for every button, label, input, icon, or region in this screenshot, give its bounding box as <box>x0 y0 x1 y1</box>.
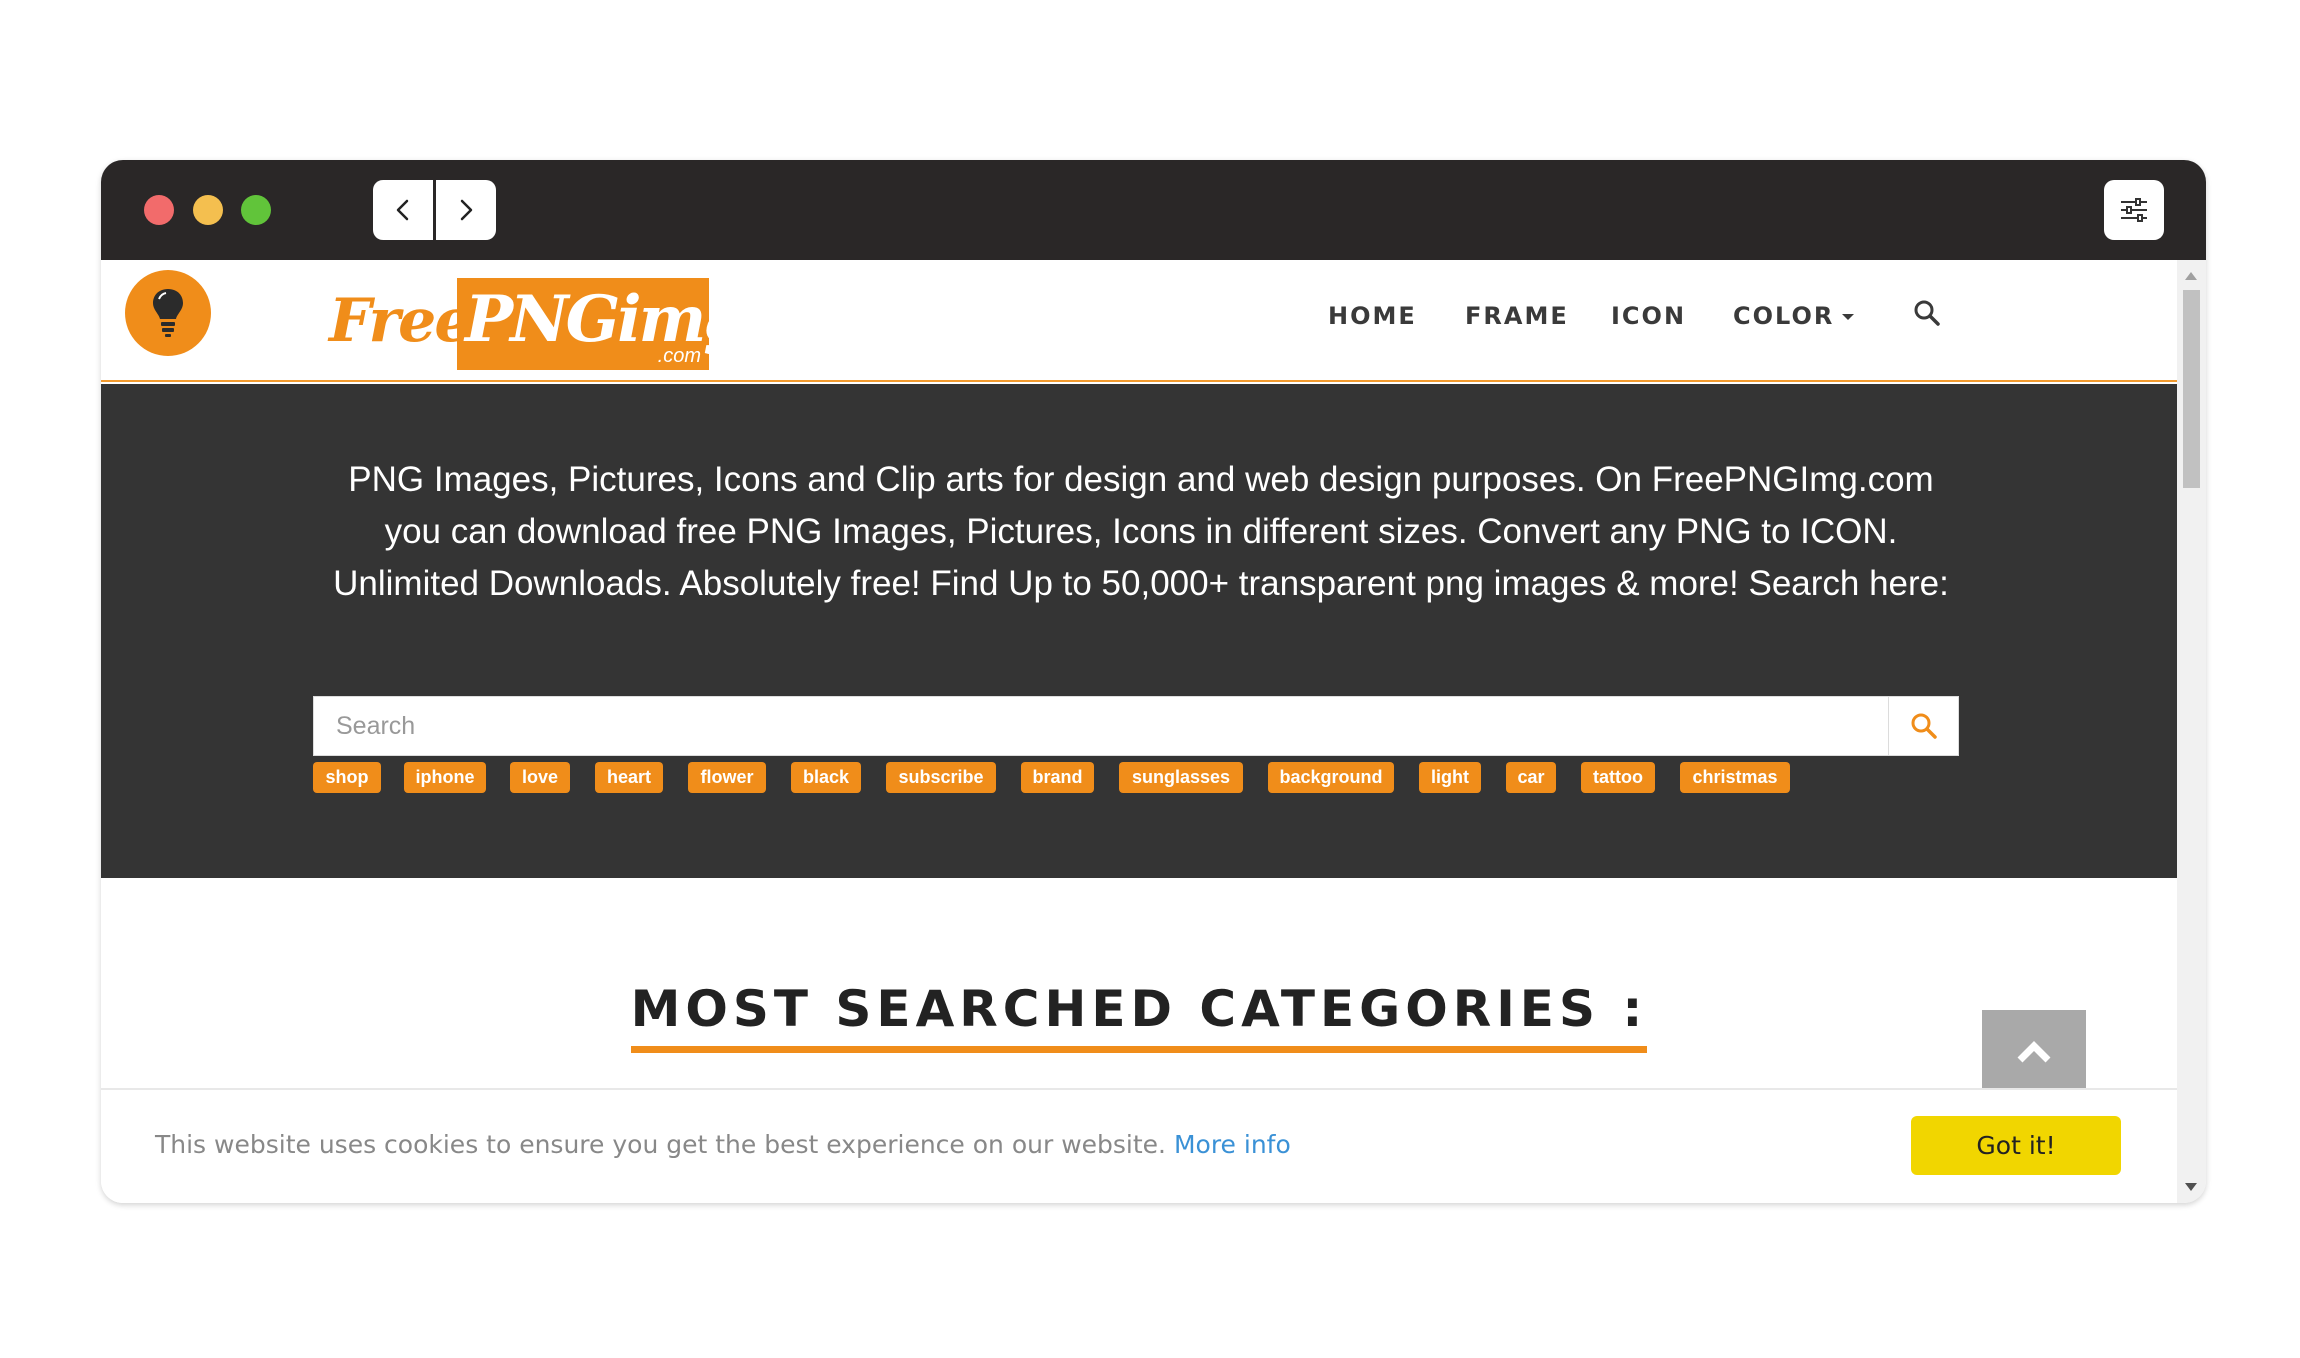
nav-home[interactable]: HOME <box>1328 302 1417 330</box>
nav-icon[interactable]: ICON <box>1611 302 1686 330</box>
nav-frame[interactable]: FRAME <box>1465 302 1569 330</box>
nav-search-button[interactable] <box>1912 298 1946 332</box>
categories-section: MOST SEARCHED CATEGORIES : <box>101 980 2177 1053</box>
tag-shop[interactable]: shop <box>313 762 381 793</box>
hero-description: PNG Images, Pictures, Icons and Clip art… <box>333 460 1949 603</box>
nav-color[interactable]: COLOR <box>1733 302 1855 330</box>
chevron-up-icon <box>2017 1041 2051 1063</box>
cookie-consent-bar: This website uses cookies to ensure you … <box>101 1088 2177 1203</box>
search-input[interactable] <box>314 697 1890 755</box>
search-button[interactable] <box>1888 697 1958 755</box>
tag-subscribe[interactable]: subscribe <box>886 762 996 793</box>
scroll-down-arrow-icon[interactable] <box>2185 1183 2197 1191</box>
close-window-button[interactable] <box>144 195 174 225</box>
tag-flower[interactable]: flower <box>688 762 766 793</box>
chevron-right-icon <box>460 199 473 221</box>
tag-heart[interactable]: heart <box>595 762 663 793</box>
chevron-left-icon <box>396 199 409 221</box>
caret-down-icon <box>1842 314 1855 320</box>
search-icon <box>1914 300 1940 326</box>
tag-brand[interactable]: brand <box>1021 762 1094 793</box>
browser-window: Free PNGimg .com HOME FRAME ICON COLOR P… <box>101 160 2206 1203</box>
minimize-window-button[interactable] <box>193 195 223 225</box>
tag-car[interactable]: car <box>1506 762 1556 793</box>
search-icon <box>1911 713 1937 739</box>
tag-sunglasses[interactable]: sunglasses <box>1119 762 1243 793</box>
site-header: Free PNGimg .com HOME FRAME ICON COLOR <box>101 260 2177 382</box>
tag-background[interactable]: background <box>1268 762 1394 793</box>
categories-title: MOST SEARCHED CATEGORIES : <box>630 980 1648 1053</box>
tag-iphone[interactable]: iphone <box>404 762 486 793</box>
scroll-up-arrow-icon[interactable] <box>2185 272 2197 280</box>
tag-love[interactable]: love <box>510 762 570 793</box>
browser-titlebar <box>101 160 2206 260</box>
tag-light[interactable]: light <box>1419 762 1481 793</box>
cookie-message-text: This website uses cookies to ensure you … <box>155 1130 1166 1159</box>
scrollbar-thumb[interactable] <box>2183 290 2200 488</box>
page-viewport: Free PNGimg .com HOME FRAME ICON COLOR P… <box>101 260 2177 1203</box>
nav-color-label: COLOR <box>1733 302 1835 330</box>
hero-section: PNG Images, Pictures, Icons and Clip art… <box>101 384 2177 878</box>
tag-black[interactable]: black <box>791 762 861 793</box>
search-form <box>313 696 1959 756</box>
forward-button[interactable] <box>436 180 496 240</box>
page-scrollbar[interactable] <box>2177 260 2206 1203</box>
browser-settings-button[interactable] <box>2104 180 2164 240</box>
back-button[interactable] <box>373 180 433 240</box>
cookie-message: This website uses cookies to ensure you … <box>155 1130 1291 1159</box>
settings-sliders-icon <box>2121 198 2147 222</box>
tag-tattoo[interactable]: tattoo <box>1581 762 1655 793</box>
maximize-window-button[interactable] <box>241 195 271 225</box>
main-nav: HOME FRAME ICON COLOR <box>101 300 2177 342</box>
scroll-to-top-button[interactable] <box>1982 1010 2086 1090</box>
logo-com-text: .com <box>657 345 701 367</box>
cookie-more-info-link[interactable]: More info <box>1174 1130 1291 1159</box>
tag-christmas[interactable]: christmas <box>1680 762 1790 793</box>
cookie-accept-button[interactable]: Got it! <box>1911 1116 2121 1175</box>
